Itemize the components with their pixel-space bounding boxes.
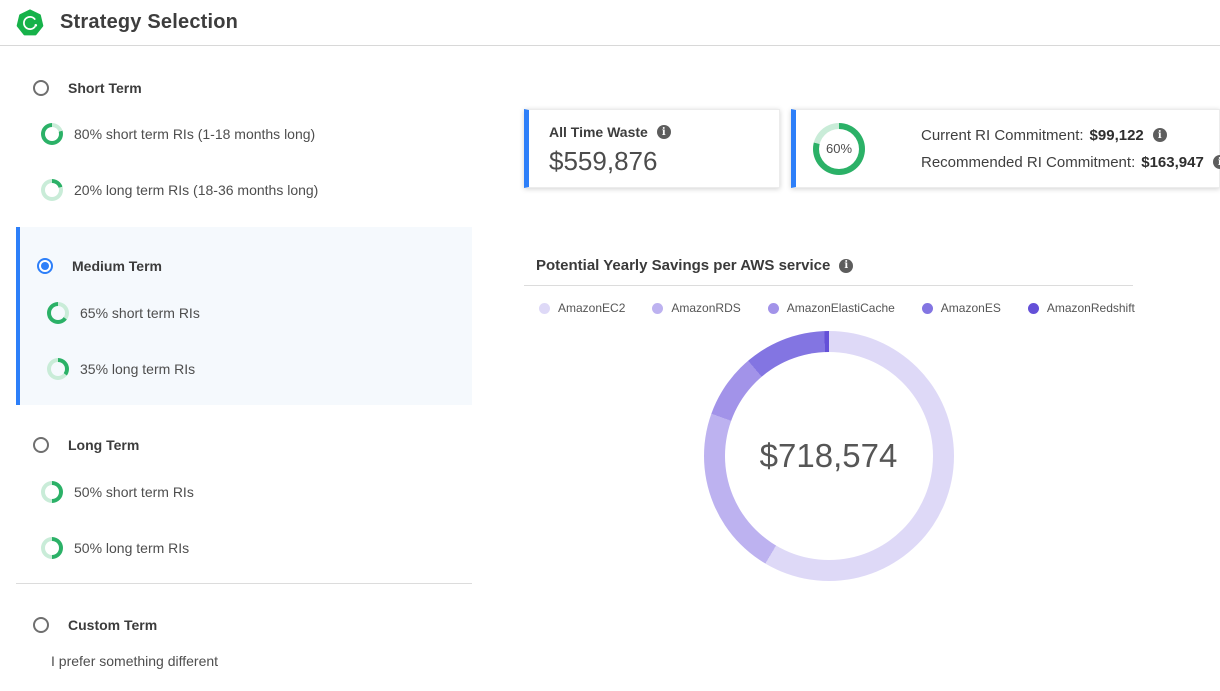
- info-icon[interactable]: i: [1213, 155, 1220, 169]
- strategy-label-short-term[interactable]: Short Term: [68, 80, 142, 96]
- commitment-gauge-label: 60%: [813, 123, 865, 175]
- legend-label: AmazonElastiCache: [787, 301, 895, 315]
- page-header: Strategy Selection: [0, 0, 1220, 46]
- strategy-option: 50% short term RIs: [41, 481, 472, 503]
- savings-chart-panel: Potential Yearly Savings per AWS service…: [524, 257, 1133, 581]
- progress-ring-icon: [41, 481, 63, 503]
- recommended-ri-commitment-row: Recommended RI Commitment: $163,947 i: [921, 154, 1220, 171]
- legend-label: AmazonES: [941, 301, 1001, 315]
- strategy-option-label: 50% long term RIs: [74, 540, 189, 556]
- radio-medium-term[interactable]: [37, 258, 53, 274]
- info-icon[interactable]: i: [1153, 128, 1167, 142]
- recommended-ri-commitment-label: Recommended RI Commitment:: [921, 154, 1135, 171]
- strategy-section-medium-term[interactable]: Medium Term 65% short term RIs 35% long …: [16, 227, 472, 405]
- all-time-waste-label: All Time Waste: [549, 124, 648, 140]
- legend-item[interactable]: AmazonElastiCache: [768, 301, 895, 315]
- legend-dot-icon: [539, 303, 550, 314]
- current-ri-commitment-value: $99,122: [1090, 127, 1144, 144]
- recommended-ri-commitment-value: $163,947: [1141, 154, 1204, 171]
- strategy-option: 50% long term RIs: [41, 537, 472, 559]
- info-icon[interactable]: i: [657, 125, 671, 139]
- strategy-section-custom-term: Custom Term I prefer something different: [0, 584, 472, 669]
- strategy-label-medium-term[interactable]: Medium Term: [72, 258, 162, 274]
- legend-label: AmazonEC2: [558, 301, 625, 315]
- all-time-waste-value: $559,876: [549, 146, 779, 177]
- strategy-option-label: 20% long term RIs (18-36 months long): [74, 182, 318, 198]
- strategy-section-long-term: Long Term 50% short term RIs 50% long te…: [0, 405, 472, 559]
- legend-dot-icon: [1028, 303, 1039, 314]
- progress-ring-icon: [47, 302, 69, 324]
- strategy-label-custom-term[interactable]: Custom Term: [68, 617, 157, 633]
- app-logo-icon: [16, 9, 44, 37]
- chart-title: Potential Yearly Savings per AWS service: [536, 257, 830, 274]
- legend-item[interactable]: AmazonEC2: [539, 301, 625, 315]
- progress-ring-icon: [47, 358, 69, 380]
- legend-item[interactable]: AmazonRedshift: [1028, 301, 1135, 315]
- all-time-waste-card: All Time Waste i $559,876: [524, 109, 780, 188]
- page-title: Strategy Selection: [60, 11, 238, 34]
- strategy-option: 65% short term RIs: [47, 302, 472, 324]
- chart-legend: AmazonEC2 AmazonRDS AmazonElastiCache Amazo…: [539, 301, 1133, 315]
- strategy-option: 80% short term RIs (1-18 months long): [41, 123, 472, 145]
- radio-short-term[interactable]: [33, 80, 49, 96]
- legend-label: AmazonRDS: [671, 301, 740, 315]
- radio-long-term[interactable]: [33, 437, 49, 453]
- legend-item[interactable]: AmazonES: [922, 301, 1001, 315]
- progress-ring-icon: [41, 179, 63, 201]
- legend-item[interactable]: AmazonRDS: [652, 301, 740, 315]
- strategy-option-label: 80% short term RIs (1-18 months long): [74, 126, 315, 142]
- strategy-section-short-term: Short Term 80% short term RIs (1-18 mont…: [0, 46, 472, 227]
- legend-dot-icon: [922, 303, 933, 314]
- legend-dot-icon: [768, 303, 779, 314]
- strategy-option: 20% long term RIs (18-36 months long): [41, 179, 472, 201]
- ri-commitment-card: 60% Current RI Commitment: $99,122 i Rec…: [791, 109, 1220, 188]
- current-ri-commitment-row: Current RI Commitment: $99,122 i: [921, 127, 1220, 144]
- custom-term-description: I prefer something different: [51, 653, 472, 669]
- progress-ring-icon: [41, 123, 63, 145]
- current-ri-commitment-label: Current RI Commitment:: [921, 127, 1084, 144]
- donut-center-total: $718,574: [704, 331, 954, 581]
- strategy-label-long-term[interactable]: Long Term: [68, 437, 139, 453]
- radio-custom-term[interactable]: [33, 617, 49, 633]
- legend-dot-icon: [652, 303, 663, 314]
- info-icon[interactable]: i: [839, 259, 853, 273]
- progress-ring-icon: [41, 537, 63, 559]
- strategy-option: 35% long term RIs: [47, 358, 472, 380]
- strategy-list: Short Term 80% short term RIs (1-18 mont…: [0, 46, 472, 669]
- legend-label: AmazonRedshift: [1047, 301, 1135, 315]
- strategy-option-label: 65% short term RIs: [80, 305, 200, 321]
- strategy-option-label: 50% short term RIs: [74, 484, 194, 500]
- strategy-option-label: 35% long term RIs: [80, 361, 195, 377]
